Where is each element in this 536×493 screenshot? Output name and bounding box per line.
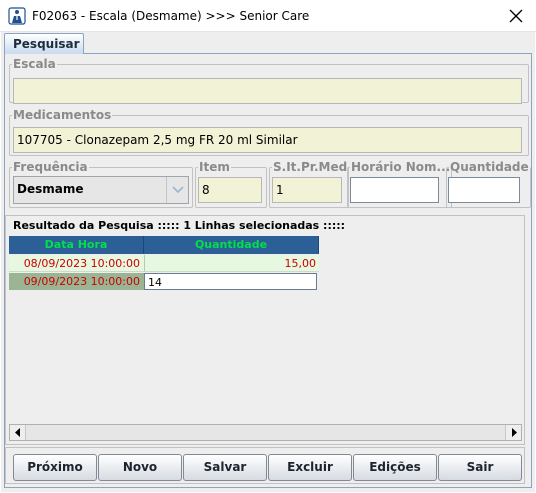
novo-button[interactable]: Novo <box>98 454 182 481</box>
chevron-down-icon <box>172 186 184 194</box>
item-legend: Item <box>199 160 230 174</box>
title-bar: F02063 - Escala (Desmame) >>> Senior Car… <box>0 0 536 32</box>
app-icon[interactable] <box>8 7 26 25</box>
table-row-1-data-hora[interactable]: 08/09/2023 10:00:00 <box>9 255 144 272</box>
edicoes-button[interactable]: Edições <box>353 454 437 481</box>
close-button[interactable] <box>496 0 536 32</box>
quantidade-legend: Quantidade <box>450 160 529 174</box>
slt-legend: S.It.Pr.Med <box>273 160 348 174</box>
tab-pesquisar[interactable]: Pesquisar <box>4 33 84 54</box>
table-row-1-quantidade[interactable]: 15,00 <box>144 255 319 272</box>
slt-field[interactable]: 1 <box>272 177 342 203</box>
sair-button[interactable]: Sair <box>438 454 522 481</box>
proximo-button[interactable]: Próximo <box>13 454 97 481</box>
client-area: Escala Medicamentos 107705 - Clonazepam … <box>1 32 535 492</box>
column-header-data-hora[interactable]: Data Hora <box>9 236 144 254</box>
medicamentos-field[interactable]: 107705 - Clonazepam 2,5 mg FR 20 ml Simi… <box>13 127 522 153</box>
escala-legend: Escala <box>13 57 56 71</box>
scroll-left-button[interactable] <box>10 425 26 440</box>
column-header-quantidade[interactable]: Quantidade <box>144 236 319 254</box>
medicamentos-legend: Medicamentos <box>13 108 112 122</box>
close-icon <box>509 9 523 23</box>
horario-input[interactable] <box>350 177 439 203</box>
horario-legend: Horário Nom... <box>351 160 451 174</box>
arrow-left-icon <box>15 428 20 437</box>
salvar-button[interactable]: Salvar <box>183 454 267 481</box>
horizontal-scrollbar[interactable] <box>9 424 522 441</box>
excluir-button[interactable]: Excluir <box>268 454 352 481</box>
quantidade-input[interactable] <box>448 177 520 203</box>
table-row-2-quantidade-editor[interactable]: 14 <box>144 273 317 290</box>
frequencia-value: Desmame <box>17 182 84 196</box>
item-field[interactable]: 8 <box>198 177 262 203</box>
table-row-2-data-hora[interactable]: 09/09/2023 10:00:00 <box>9 273 144 290</box>
escala-field[interactable] <box>13 78 522 104</box>
results-label: Resultado da Pesquisa ::::: 1 Linhas sel… <box>11 219 348 232</box>
scroll-right-button[interactable] <box>505 425 521 440</box>
tab-pesquisar-label: Pesquisar <box>13 37 80 51</box>
frequencia-legend: Frequência <box>13 160 88 174</box>
arrow-right-icon <box>512 428 517 437</box>
frequencia-select[interactable]: Desmame <box>13 176 189 204</box>
window-title: F02063 - Escala (Desmame) >>> Senior Car… <box>32 9 310 23</box>
frequencia-dropdown-button[interactable] <box>166 177 188 203</box>
